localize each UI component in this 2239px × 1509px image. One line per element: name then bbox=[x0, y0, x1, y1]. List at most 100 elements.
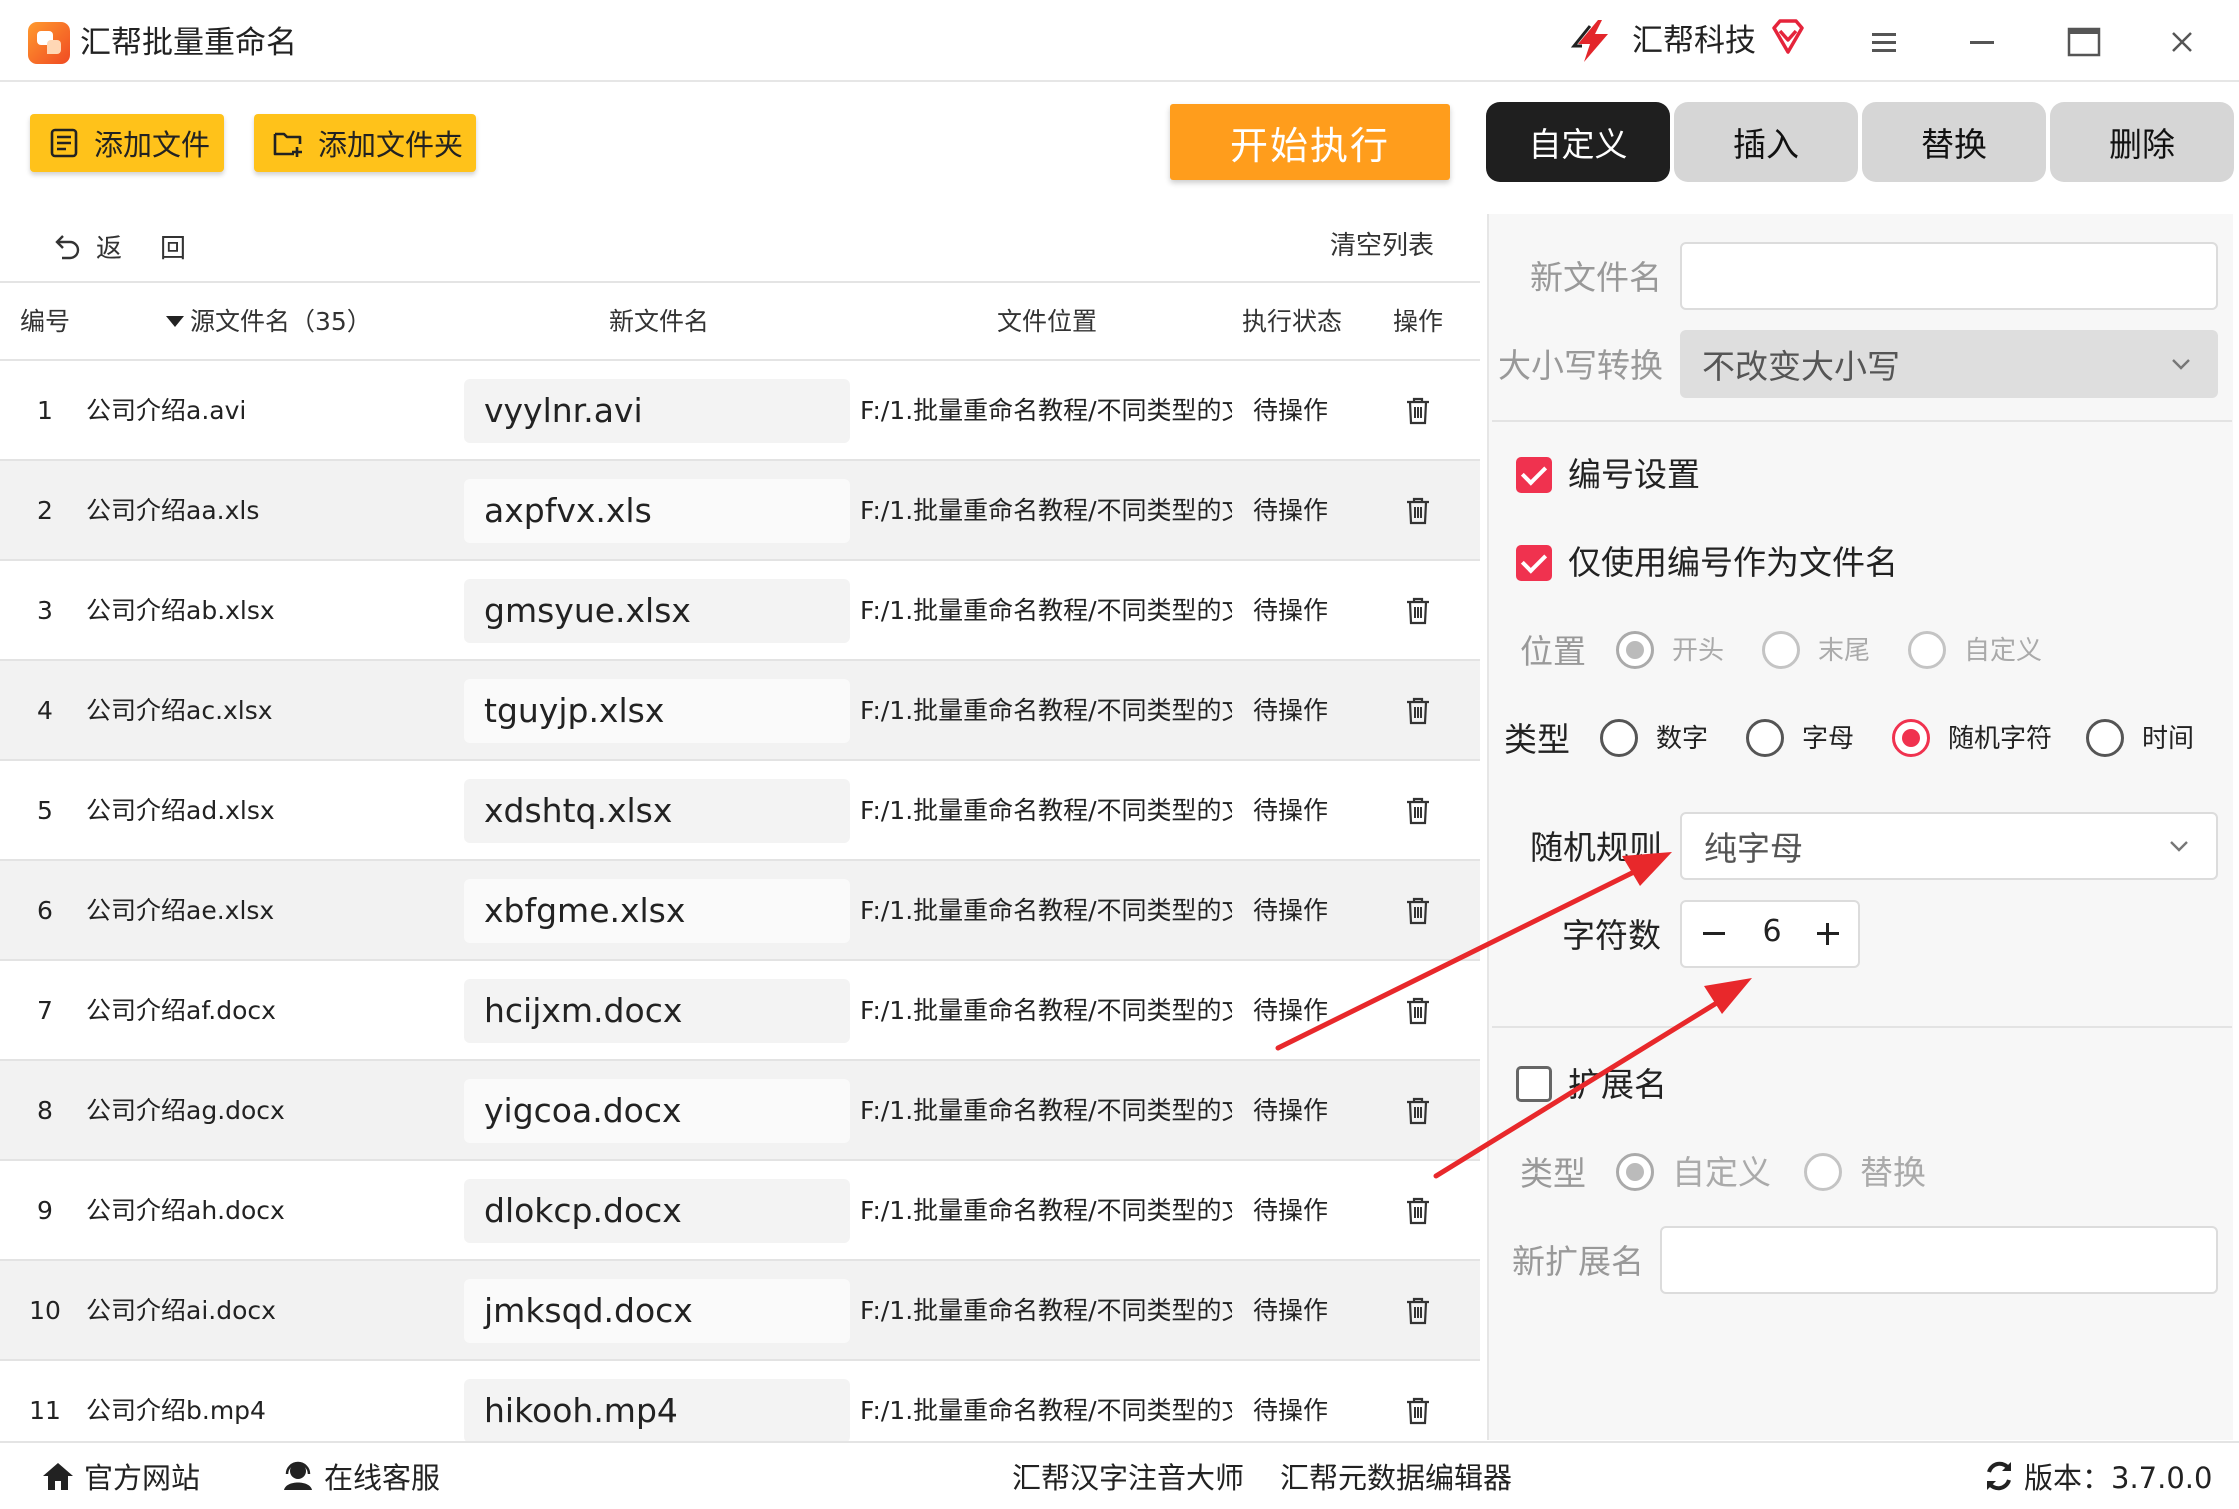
row-source-name: 公司介绍af.docx bbox=[86, 996, 276, 1025]
row-location: F:/1.批量重命名教程/不同类型的文 bbox=[860, 796, 1232, 825]
website-link[interactable]: 官方网站 bbox=[40, 1443, 200, 1509]
table-row[interactable]: 10 公司介绍ai.docx jmksqd.docx F:/1.批量重命名教程/不同类… bbox=[0, 1261, 1480, 1361]
tab-delete[interactable]: 删除 bbox=[2050, 102, 2234, 182]
brand-bolt-icon bbox=[1570, 20, 1608, 62]
row-new-name[interactable]: jmksqd.docx bbox=[464, 1279, 850, 1343]
row-delete-button[interactable] bbox=[1398, 1391, 1438, 1431]
minimize-button[interactable] bbox=[1960, 20, 2004, 64]
table-row[interactable]: 1 公司介绍a.avi vyylnr.avi F:/1.批量重命名教程/不同类型的文待… bbox=[0, 361, 1480, 461]
numbering-checkbox[interactable] bbox=[1516, 457, 1552, 493]
minus-icon bbox=[1703, 932, 1725, 935]
add-file-button[interactable]: 添加文件 bbox=[30, 114, 224, 172]
random-rule-select[interactable]: 纯字母 bbox=[1680, 812, 2218, 880]
row-location: F:/1.批量重命名教程/不同类型的文 bbox=[860, 496, 1232, 525]
table-row[interactable]: 4 公司介绍ac.xlsx tguyjp.xlsx F:/1.批量重命名教程/不同类型… bbox=[0, 661, 1480, 761]
row-number: 1 bbox=[37, 396, 53, 425]
close-button[interactable] bbox=[2160, 20, 2204, 64]
header-source[interactable]: 源文件名（35） bbox=[166, 283, 372, 361]
row-new-name[interactable]: vyylnr.avi bbox=[464, 379, 850, 443]
tab-custom[interactable]: 自定义 bbox=[1486, 102, 1670, 182]
increment-button[interactable] bbox=[1808, 914, 1848, 954]
table-row[interactable]: 3 公司介绍ab.xlsx gmsyue.xlsx F:/1.批量重命名教程/不同类型… bbox=[0, 561, 1480, 661]
row-delete-button[interactable] bbox=[1398, 791, 1438, 831]
minimize-icon bbox=[1970, 41, 1994, 44]
row-source-name: 公司介绍b.mp4 bbox=[86, 1396, 266, 1425]
row-number: 7 bbox=[37, 996, 53, 1025]
type-time-radio[interactable] bbox=[2086, 719, 2124, 757]
version-info[interactable]: 版本：3.7.0.0 bbox=[1982, 1443, 2212, 1509]
row-new-name[interactable]: xdshtq.xlsx bbox=[464, 779, 850, 843]
add-folder-label: 添加文件夹 bbox=[318, 128, 464, 162]
table-header: 编号 源文件名（35） 新文件名 文件位置 执行状态 操作 bbox=[0, 281, 1480, 361]
type-number-radio[interactable] bbox=[1600, 719, 1638, 757]
support-link[interactable]: 在线客服 bbox=[280, 1443, 440, 1509]
maximize-button[interactable] bbox=[2062, 20, 2106, 64]
row-delete-button[interactable] bbox=[1398, 991, 1438, 1031]
type-number-label: 数字 bbox=[1656, 724, 1709, 754]
row-new-name[interactable]: tguyjp.xlsx bbox=[464, 679, 850, 743]
header-num[interactable]: 编号 bbox=[20, 283, 70, 361]
row-delete-button[interactable] bbox=[1398, 1091, 1438, 1131]
table-row[interactable]: 11 公司介绍b.mp4 hikooh.mp4 F:/1.批量重命名教程/不同类型的文… bbox=[0, 1361, 1480, 1441]
trash-icon bbox=[1407, 1397, 1429, 1425]
row-delete-button[interactable] bbox=[1398, 491, 1438, 531]
row-location: F:/1.批量重命名教程/不同类型的文 bbox=[860, 696, 1232, 725]
position-end-radio[interactable] bbox=[1762, 631, 1800, 669]
row-delete-button[interactable] bbox=[1398, 1191, 1438, 1231]
ext-type-replace-label: 替换 bbox=[1860, 1153, 1926, 1192]
decrement-button[interactable] bbox=[1694, 914, 1734, 954]
position-start-label: 开头 bbox=[1672, 636, 1725, 666]
table-row[interactable]: 6 公司介绍ae.xlsx xbfgme.xlsx F:/1.批量重命名教程/不同类型… bbox=[0, 861, 1480, 961]
row-delete-button[interactable] bbox=[1398, 891, 1438, 931]
trash-icon bbox=[1407, 897, 1429, 925]
row-delete-button[interactable] bbox=[1398, 691, 1438, 731]
only-number-checkbox[interactable] bbox=[1516, 545, 1552, 581]
undo-arrow-icon bbox=[55, 235, 80, 260]
clear-list-button[interactable]: 清空列表 bbox=[1330, 226, 1434, 266]
back-button[interactable]: 返回 bbox=[52, 226, 224, 266]
table-row[interactable]: 7 公司介绍af.docx hcijxm.docx F:/1.批量重命名教程/不同类型… bbox=[0, 961, 1480, 1061]
case-convert-select[interactable]: 不改变大小写 bbox=[1680, 330, 2218, 398]
row-new-name[interactable]: gmsyue.xlsx bbox=[464, 579, 850, 643]
row-source-name: 公司介绍ae.xlsx bbox=[86, 896, 275, 925]
extension-checkbox[interactable] bbox=[1516, 1066, 1552, 1102]
new-filename-input[interactable] bbox=[1680, 242, 2218, 310]
table-row[interactable]: 5 公司介绍ad.xlsx xdshtq.xlsx F:/1.批量重命名教程/不同类型… bbox=[0, 761, 1480, 861]
row-delete-button[interactable] bbox=[1398, 391, 1438, 431]
pinyin-tool-link[interactable]: 汇帮汉字注音大师 bbox=[1012, 1443, 1244, 1509]
row-delete-button[interactable] bbox=[1398, 591, 1438, 631]
tab-replace[interactable]: 替换 bbox=[1862, 102, 2046, 182]
tab-insert[interactable]: 插入 bbox=[1674, 102, 1858, 182]
table-row[interactable]: 8 公司介绍ag.docx yigcoa.docx F:/1.批量重命名教程/不同类型… bbox=[0, 1061, 1480, 1161]
type-letter-radio[interactable] bbox=[1746, 719, 1784, 757]
row-new-name[interactable]: xbfgme.xlsx bbox=[464, 879, 850, 943]
position-custom-radio[interactable] bbox=[1908, 631, 1946, 669]
row-location: F:/1.批量重命名教程/不同类型的文 bbox=[860, 1096, 1232, 1125]
char-count-value[interactable]: 6 bbox=[1742, 902, 1802, 966]
row-source-name: 公司介绍ag.docx bbox=[86, 1096, 285, 1125]
table-row[interactable]: 9 公司介绍ah.docx dlokcp.docx F:/1.批量重命名教程/不同类型… bbox=[0, 1161, 1480, 1261]
row-new-name[interactable]: yigcoa.docx bbox=[464, 1079, 850, 1143]
trash-icon bbox=[1407, 397, 1429, 425]
app-logo-icon bbox=[28, 22, 70, 64]
row-new-name[interactable]: dlokcp.docx bbox=[464, 1179, 850, 1243]
row-new-name[interactable]: axpfvx.xls bbox=[464, 479, 850, 543]
position-start-radio[interactable] bbox=[1616, 631, 1654, 669]
vip-diamond-icon[interactable] bbox=[1768, 18, 1808, 58]
row-number: 3 bbox=[37, 596, 53, 625]
ext-type-replace-radio[interactable] bbox=[1804, 1153, 1842, 1191]
row-new-name[interactable]: hikooh.mp4 bbox=[464, 1379, 850, 1441]
new-extension-label: 新扩展名 bbox=[1512, 1242, 1644, 1281]
row-status: 待操作 bbox=[1253, 896, 1329, 925]
start-button[interactable]: 开始执行 bbox=[1170, 104, 1450, 180]
menu-button[interactable] bbox=[1862, 20, 1906, 64]
type-random-radio[interactable] bbox=[1892, 719, 1930, 757]
row-delete-button[interactable] bbox=[1398, 1291, 1438, 1331]
new-extension-input[interactable] bbox=[1660, 1226, 2218, 1294]
metadata-tool-link[interactable]: 汇帮元数据编辑器 bbox=[1280, 1443, 1512, 1509]
table-row[interactable]: 2 公司介绍aa.xls axpfvx.xls F:/1.批量重命名教程/不同类型的文… bbox=[0, 461, 1480, 561]
row-new-name[interactable]: hcijxm.docx bbox=[464, 979, 850, 1043]
add-folder-button[interactable]: 添加文件夹 bbox=[254, 114, 476, 172]
ext-type-custom-radio[interactable] bbox=[1616, 1153, 1654, 1191]
folder-plus-icon bbox=[273, 132, 302, 157]
